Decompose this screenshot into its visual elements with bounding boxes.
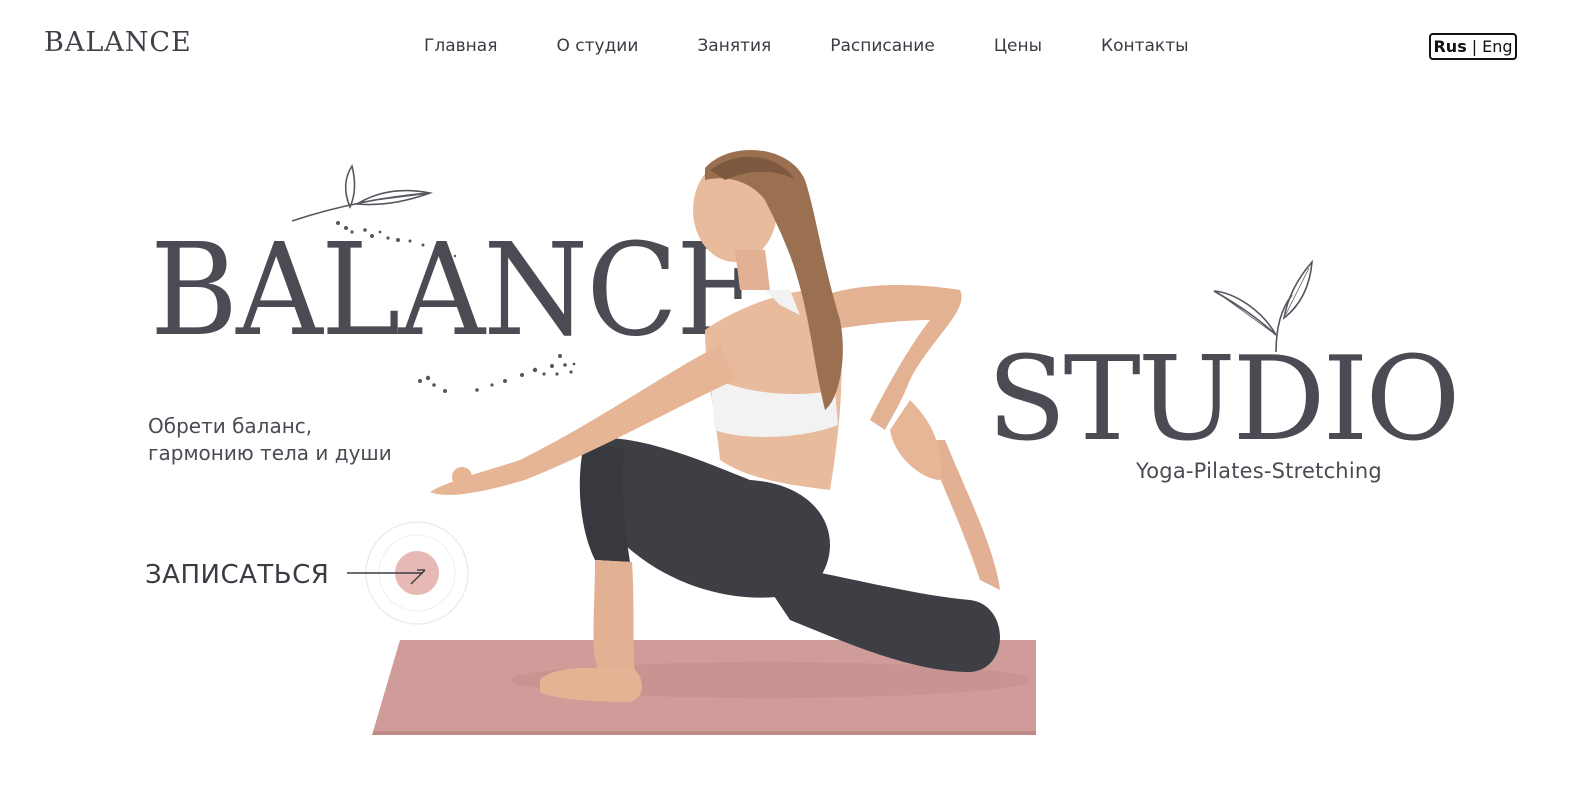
lang-eng-option[interactable]: Eng (1482, 37, 1512, 56)
nav-item-home[interactable]: Главная (424, 36, 497, 56)
tagline-line-1: Обрети баланс, (148, 414, 313, 438)
hero-subtitle: Yoga-Pilates-Stretching (1136, 459, 1382, 483)
lang-separator: | (1471, 37, 1478, 56)
nav-item-prices[interactable]: Цены (994, 36, 1042, 56)
hero-tagline: Обрети баланс, гармонию тела и души (148, 413, 408, 467)
nav-item-schedule[interactable]: Расписание (830, 36, 935, 56)
signup-cta-button[interactable]: ЗАПИСАТЬСЯ (145, 520, 475, 630)
nav-item-classes[interactable]: Занятия (697, 36, 771, 56)
language-switcher: Rus | Eng (1429, 33, 1517, 60)
tagline-line-2: гармонию тела и души (148, 441, 392, 465)
site-logo[interactable]: BALANCE (44, 27, 192, 58)
nav-item-about[interactable]: О студии (556, 36, 638, 56)
hero-title-right: STUDIO (987, 332, 1461, 467)
nav-item-contacts[interactable]: Контакты (1101, 36, 1189, 56)
main-nav: Главная О студии Занятия Расписание Цены… (424, 36, 1189, 56)
lang-rus-option[interactable]: Rus (1433, 37, 1466, 56)
cta-label: ЗАПИСАТЬСЯ (145, 560, 330, 590)
hero-photo (372, 149, 1036, 735)
